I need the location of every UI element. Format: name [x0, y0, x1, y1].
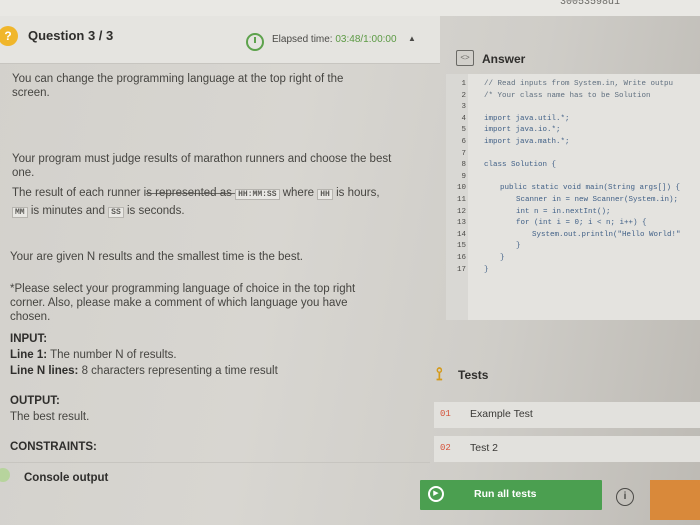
answer-title: Answer: [482, 52, 526, 66]
code-ss: SS: [108, 207, 124, 218]
code-line[interactable]: import java.math.*;: [484, 138, 570, 146]
line-number: 6: [461, 138, 466, 146]
code-line[interactable]: class Solution {: [484, 161, 556, 169]
line-number: 13: [456, 219, 466, 228]
timer-icon[interactable]: [246, 33, 264, 51]
code-mm: MM: [12, 207, 28, 218]
tests-title: Tests: [458, 368, 489, 382]
output-text: The best result.: [10, 411, 90, 423]
code-line[interactable]: import java.util.*;: [484, 115, 570, 123]
code-line[interactable]: import java.io.*;: [484, 126, 561, 134]
line-number: 4: [461, 114, 466, 123]
line-number: 12: [456, 207, 466, 216]
statement-p4: Your are given N results and the smalles…: [10, 251, 303, 263]
question-header: ? Question 3 / 3 Elapsed time: 03:48/1:0…: [0, 16, 440, 64]
code-line[interactable]: }: [516, 242, 521, 250]
line-number: 2: [461, 91, 466, 100]
code-line[interactable]: // Read inputs from System.in, Write out…: [484, 80, 673, 88]
code-line[interactable]: public static void main(String args[]) {: [500, 184, 680, 192]
run-all-tests-button[interactable]: ▶ Run all tests: [420, 480, 602, 510]
statement-p3: The result of each runner is represented…: [12, 187, 380, 218]
code-line[interactable]: }: [500, 254, 505, 262]
line-number: 17: [456, 265, 466, 274]
play-icon: ▶: [428, 486, 444, 502]
code-line[interactable]: /* Your class name has to be Solution: [484, 92, 651, 100]
question-icon: ?: [0, 26, 18, 46]
test-name: Test 2: [470, 442, 499, 454]
top-strip: 30053598d1: [0, 0, 700, 16]
elapsed-time[interactable]: Elapsed time: 03:48/1:00:00: [272, 34, 397, 45]
input-linen: Line N lines: 8 characters representing …: [10, 365, 278, 377]
line-number: 1: [461, 80, 466, 88]
elapsed-label: Elapsed time:: [272, 34, 333, 45]
problem-statement: You can change the programming language …: [0, 64, 430, 525]
line-number: 7: [461, 149, 466, 158]
code-hhmmss: HH:MM:SS: [235, 189, 280, 200]
code-editor[interactable]: 1 // Read inputs from System.in, Write ou…: [446, 74, 700, 320]
test-item[interactable]: 01 Example Test: [434, 402, 700, 428]
statement-p2: Your program must judge results of marat…: [12, 153, 392, 179]
test-name: Example Test: [470, 408, 533, 420]
line-number: 8: [461, 161, 466, 170]
statement-p5: *Please select your programming language…: [10, 283, 356, 323]
output-label: OUTPUT:: [10, 395, 60, 407]
top-serial: 30053598d1: [560, 0, 621, 8]
answer-panel: <> Answer 1 // Read inputs from System.in…: [420, 40, 700, 525]
code-line[interactable]: for (int i = 0; i < n; i++) {: [516, 219, 647, 227]
line-number: 16: [456, 254, 466, 262]
code-hh: HH: [317, 189, 333, 200]
line-number: 14: [456, 230, 466, 239]
console-output-toggle[interactable]: Console output: [24, 472, 108, 484]
console-divider: [0, 462, 430, 463]
console-toggle-icon[interactable]: [0, 468, 10, 482]
chevron-up-icon[interactable]: ▲: [408, 34, 416, 43]
elapsed-value: 03:48/1:00:00: [335, 34, 397, 45]
flask-icon: ⟟: [436, 364, 443, 384]
page: 30053598d1 ? Question 3 / 3 Elapsed time…: [0, 0, 700, 525]
statement-p1: You can change the programming language …: [12, 73, 344, 99]
code-line[interactable]: }: [484, 266, 489, 274]
code-line[interactable]: Scanner in = new Scanner(System.in);: [516, 196, 678, 204]
code-icon: <>: [456, 50, 474, 66]
line-number: 9: [461, 172, 466, 181]
code-line[interactable]: System.out.println("Hello World!": [532, 231, 681, 239]
constraints-label: CONSTRAINTS:: [10, 441, 97, 453]
line-number: 15: [456, 242, 466, 251]
test-number: 02: [440, 443, 451, 453]
line-number: 3: [461, 103, 466, 112]
code-line[interactable]: int n = in.nextInt();: [516, 208, 611, 216]
line-number: 10: [456, 184, 466, 193]
submit-button[interactable]: [650, 480, 700, 520]
input-label: INPUT:: [10, 333, 48, 345]
test-item[interactable]: 02 Test 2: [434, 436, 700, 462]
line-number: 11: [456, 196, 466, 204]
question-title: Question 3 / 3: [28, 28, 114, 43]
line-number: 5: [461, 126, 466, 135]
input-line1: Line 1: The number N of results.: [10, 349, 177, 361]
run-all-tests-label: Run all tests: [474, 488, 537, 500]
test-number: 01: [440, 409, 451, 419]
info-icon[interactable]: i: [616, 488, 634, 506]
